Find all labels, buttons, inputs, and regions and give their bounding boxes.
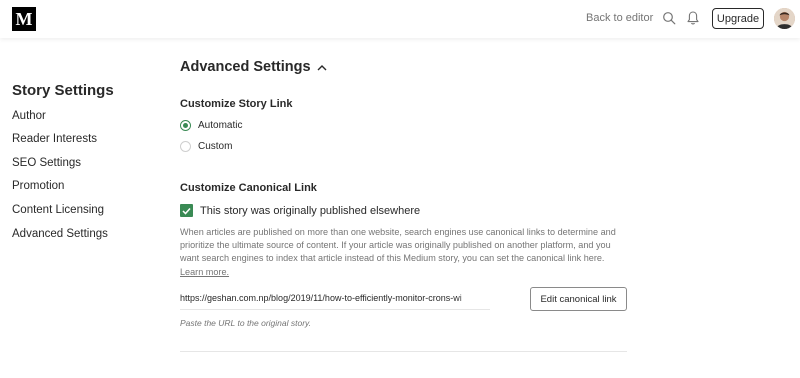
checkbox-label: This story was originally published else…: [200, 204, 421, 217]
divider: [180, 351, 627, 352]
edit-canonical-link-button[interactable]: Edit canonical link: [530, 287, 627, 311]
bell-icon[interactable]: [686, 10, 700, 26]
radio-automatic-label: Automatic: [198, 120, 243, 131]
radio-automatic[interactable]: Automatic: [180, 120, 242, 131]
back-to-editor-link[interactable]: Back to editor: [586, 12, 653, 24]
top-bar: M Back to editor Upgrade: [0, 0, 800, 38]
section-title: Advanced Settings: [180, 59, 311, 75]
canonical-description: When articles are published on more than…: [180, 226, 630, 279]
radio-custom-label: Custom: [198, 141, 233, 152]
radio-button[interactable]: [180, 141, 191, 152]
sidebar-item-seo-settings[interactable]: SEO Settings: [12, 157, 81, 169]
sidebar-item-promotion[interactable]: Promotion: [12, 180, 64, 192]
medium-logo[interactable]: M: [12, 7, 36, 31]
learn-more-link[interactable]: Learn more.: [180, 267, 229, 277]
checkmark-icon: [182, 207, 191, 215]
upgrade-button[interactable]: Upgrade: [712, 8, 764, 29]
sidebar-item-reader-interests[interactable]: Reader Interests: [12, 133, 97, 145]
avatar[interactable]: [774, 8, 795, 29]
canonical-link-title: Customize Canonical Link: [180, 182, 317, 194]
story-link-title: Customize Story Link: [180, 98, 293, 110]
sidebar-item-content-licensing[interactable]: Content Licensing: [12, 204, 104, 216]
url-hint: Paste the URL to the original story.: [180, 318, 312, 328]
published-elsewhere-checkbox-row[interactable]: This story was originally published else…: [180, 204, 420, 217]
sidebar-title: Story Settings: [12, 82, 114, 99]
canonical-url-input[interactable]: https://geshan.com.np/blog/2019/11/how-t…: [180, 292, 490, 310]
advanced-settings-header[interactable]: Advanced Settings: [180, 59, 327, 75]
radio-button-checked[interactable]: [180, 120, 191, 131]
chevron-up-icon[interactable]: [317, 64, 327, 71]
search-icon[interactable]: [662, 11, 676, 25]
checkbox[interactable]: [180, 204, 193, 217]
description-text: When articles are published on more than…: [180, 227, 616, 264]
sidebar-item-author[interactable]: Author: [12, 110, 46, 122]
sidebar-item-advanced-settings[interactable]: Advanced Settings: [12, 228, 108, 240]
radio-custom[interactable]: Custom: [180, 141, 232, 152]
